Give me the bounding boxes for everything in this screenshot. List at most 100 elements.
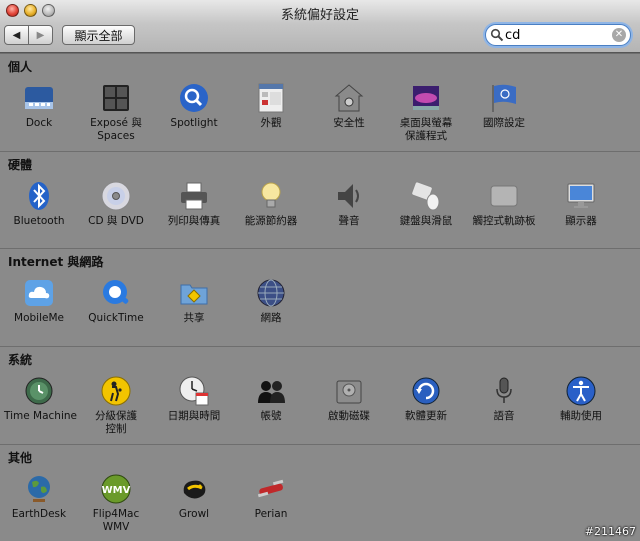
pane-label: 語音 <box>493 410 515 422</box>
pane-sound[interactable]: 聲音 <box>314 180 384 228</box>
sharing-folder-icon <box>178 277 210 309</box>
section-internet-network: Internet 與網路 MobileMe QuickTime 共享 網路 <box>0 248 640 347</box>
pane-label: Spotlight <box>170 117 218 129</box>
pane-spotlight[interactable]: Spotlight <box>159 82 229 130</box>
accessibility-icon <box>565 375 597 407</box>
pane-accounts[interactable]: 帳號 <box>236 375 306 423</box>
forward-button[interactable]: ▶ <box>28 26 52 44</box>
back-forward-group: ◀ ▶ <box>4 25 53 45</box>
time-machine-icon <box>23 375 55 407</box>
pane-label: 日期與時間 <box>167 410 221 422</box>
pane-label: 安全性 <box>333 117 365 129</box>
pane-time-machine[interactable]: Time Machine <box>4 375 77 423</box>
section-title: 硬體 <box>8 158 33 172</box>
expose-icon <box>100 82 132 114</box>
pane-label: 聲音 <box>338 215 360 227</box>
system-preferences-window: 系統偏好設定 ◀ ▶ 顯示全部 ✕ 個人 Dock Exposé 與 Space… <box>0 0 640 541</box>
pane-software-update[interactable]: 軟體更新 <box>391 375 461 423</box>
pane-label: Growl <box>178 508 210 520</box>
pane-security[interactable]: 安全性 <box>314 82 384 130</box>
back-button[interactable]: ◀ <box>5 26 28 44</box>
pane-flip4mac[interactable]: WMV Flip4Mac WMV <box>81 473 151 534</box>
accounts-icon <box>255 375 287 407</box>
pane-label: Dock <box>25 117 53 129</box>
pane-print-fax[interactable]: 列印與傳真 <box>159 180 229 228</box>
show-all-button[interactable]: 顯示全部 <box>62 25 135 45</box>
network-globe-icon <box>255 277 287 309</box>
pane-label-line2: WMV <box>102 521 130 533</box>
pane-startup-disk[interactable]: 啟動磁碟 <box>314 375 384 423</box>
pane-cd-dvd[interactable]: CD 與 DVD <box>81 180 151 228</box>
pane-speech[interactable]: 語音 <box>469 375 539 423</box>
pane-parental-controls[interactable]: 分級保護 控制 <box>81 375 151 436</box>
pane-mobileme[interactable]: MobileMe <box>4 277 74 325</box>
magnifier-icon <box>490 28 504 42</box>
pane-label: Perian <box>254 508 288 520</box>
clear-search-icon[interactable]: ✕ <box>612 28 626 42</box>
pane-trackpad[interactable]: 觸控式軌跡板 <box>469 180 539 228</box>
pane-label-line2: 控制 <box>105 423 127 435</box>
section-hardware: 硬體 Bluetooth CD 與 DVD 列印與傳真 能源節約器 聲音 鍵盤與… <box>0 151 640 249</box>
pane-label-line2: 保護程式 <box>405 130 447 142</box>
pane-label: 國際設定 <box>483 117 525 129</box>
speaker-icon <box>333 180 365 212</box>
pane-label: 啟動磁碟 <box>328 410 370 422</box>
pane-label: 觸控式軌跡板 <box>472 215 536 227</box>
keyboard-mouse-icon <box>410 180 442 212</box>
pane-earthdesk[interactable]: EarthDesk <box>4 473 74 521</box>
search-input[interactable] <box>505 27 605 43</box>
pane-perian[interactable]: Perian <box>236 473 306 521</box>
quicktime-icon <box>100 277 132 309</box>
pane-label: Time Machine <box>4 410 77 422</box>
watermark-id: #211467 <box>584 525 636 538</box>
growl-icon <box>178 473 210 505</box>
lightbulb-icon <box>255 180 287 212</box>
pane-label: EarthDesk <box>11 508 67 520</box>
pane-international[interactable]: 國際設定 <box>469 82 539 130</box>
appearance-icon <box>255 82 287 114</box>
pane-universal-access[interactable]: 輔助使用 <box>546 375 616 423</box>
security-house-icon <box>333 82 365 114</box>
pane-displays[interactable]: 顯示器 <box>546 180 616 228</box>
pane-dock[interactable]: Dock <box>4 82 74 130</box>
pane-label: Exposé 與 <box>90 117 142 129</box>
pane-desktop-screensaver[interactable]: 桌面與螢幕 保護程式 <box>391 82 461 143</box>
pane-label: 軟體更新 <box>405 410 447 422</box>
pane-bluetooth[interactable]: Bluetooth <box>4 180 74 228</box>
pane-network[interactable]: 網路 <box>236 277 306 325</box>
pane-growl[interactable]: Growl <box>159 473 229 521</box>
pane-label-line2: Spaces <box>97 130 135 142</box>
mobileme-cloud-icon <box>23 277 55 309</box>
microphone-icon <box>488 375 520 407</box>
pane-label: 外觀 <box>260 117 282 129</box>
section-personal: 個人 Dock Exposé 與 Spaces Spotlight 外觀 安全性… <box>0 53 640 152</box>
section-title: Internet 與網路 <box>8 255 104 269</box>
desktop-screensaver-icon <box>410 82 442 114</box>
perian-icon <box>255 473 287 505</box>
pane-label: Bluetooth <box>13 215 65 227</box>
pane-quicktime[interactable]: QuickTime <box>81 277 151 325</box>
pane-label: CD 與 DVD <box>88 215 144 227</box>
pane-label: 鍵盤與滑鼠 <box>399 215 453 227</box>
cd-dvd-icon <box>100 180 132 212</box>
window-title: 系統偏好設定 <box>280 8 359 23</box>
pane-appearance[interactable]: 外觀 <box>236 82 306 130</box>
search-field[interactable]: ✕ <box>485 24 631 46</box>
pane-label: 列印與傳真 <box>167 215 221 227</box>
spotlight-icon <box>178 82 210 114</box>
section-title: 其他 <box>8 451 33 465</box>
pane-label: MobileMe <box>14 312 64 324</box>
pane-keyboard-mouse[interactable]: 鍵盤與滑鼠 <box>391 180 461 228</box>
pane-date-time[interactable]: 日期與時間 <box>159 375 229 423</box>
section-other: 其他 EarthDesk WMV Flip4Mac WMV Growl Peri… <box>0 444 640 541</box>
pane-expose-spaces[interactable]: Exposé 與 Spaces <box>81 82 151 143</box>
pane-label: 能源節約器 <box>244 215 298 227</box>
pane-sharing[interactable]: 共享 <box>159 277 229 325</box>
pane-energy-saver[interactable]: 能源節約器 <box>236 180 306 228</box>
bluetooth-icon <box>23 180 55 212</box>
display-icon <box>565 180 597 212</box>
wmv-badge: WMV <box>102 485 131 496</box>
earthdesk-icon <box>23 473 55 505</box>
pane-label: 輔助使用 <box>560 410 602 422</box>
pane-label: 帳號 <box>260 410 282 422</box>
